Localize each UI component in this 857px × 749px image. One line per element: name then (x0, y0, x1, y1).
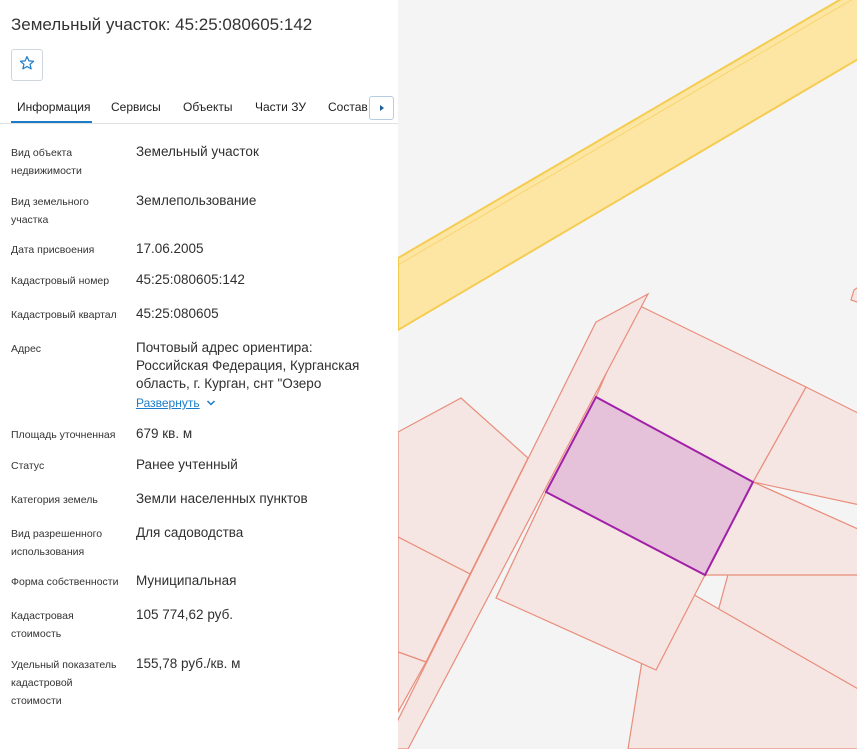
prop-label-specific-value: Удельный показатель кадастровой стоимост… (11, 659, 117, 707)
prop-label-assignment-date: Дата присвоения (11, 244, 95, 256)
map-canvas[interactable] (398, 0, 857, 749)
prop-value-cadastral-number: 45:25:080605:142 (136, 272, 245, 287)
page-title: Земельный участок: 45:25:080605:142 (11, 15, 313, 34)
prop-value-area: 679 кв. м (136, 426, 193, 441)
prop-value-parcel-type: Землепользование (136, 193, 257, 208)
info-panel: Земельный участок: 45:25:080605:142 Инфо… (0, 0, 398, 749)
prop-value-object-type: Земельный участок (136, 144, 259, 159)
prop-value-cadastral-value: 105 774,62 руб. (136, 607, 234, 622)
prop-value-assignment-date: 17.06.2005 (136, 241, 204, 256)
chevron-down-icon (206, 396, 216, 410)
prop-label-area: Площадь уточненная (11, 429, 116, 441)
address-expand-label: Развернуть (136, 396, 200, 410)
prop-value-cadastral-quarter: 45:25:080605 (136, 306, 219, 321)
map-road (398, 0, 857, 332)
prop-value-permitted-use: Для садоводства (136, 525, 244, 540)
tab-composition[interactable]: Состав (328, 92, 368, 123)
favorite-button[interactable] (11, 49, 43, 81)
prop-label-land-category: Категория земель (11, 494, 98, 506)
caret-right-icon (378, 99, 386, 117)
prop-label-status: Статус (11, 460, 45, 472)
tab-information[interactable]: Информация (11, 92, 92, 123)
prop-label-cadastral-number: Кадастровый номер (11, 275, 110, 287)
prop-value-address: Почтовый адрес ориентира: Российская Фед… (136, 340, 360, 391)
tab-services[interactable]: Сервисы (111, 92, 161, 123)
cadastral-map[interactable] (398, 0, 857, 749)
tab-objects[interactable]: Объекты (183, 92, 233, 123)
tab-bar: Информация Сервисы Объекты Части ЗУ Сост… (0, 92, 398, 124)
prop-label-object-type: Вид объекта недвижимости (11, 147, 82, 177)
star-outline-icon (19, 55, 35, 76)
prop-label-cadastral-value: Кадастровая стоимость (11, 610, 74, 640)
prop-value-land-category: Земли населенных пунктов (136, 491, 308, 506)
prop-label-address: Адрес (11, 343, 42, 355)
prop-label-ownership: Форма собственности (11, 576, 119, 588)
tab-parcel-parts[interactable]: Части ЗУ (255, 92, 306, 123)
prop-label-permitted-use: Вид разрешенного использования (11, 528, 103, 558)
map-parcel (850, 287, 857, 303)
address-expand-link[interactable]: Развернуть (136, 396, 216, 410)
prop-value-specific-value: 155,78 руб./кв. м (136, 656, 241, 671)
prop-label-parcel-type: Вид земельного участка (11, 196, 89, 226)
prop-label-cadastral-quarter: Кадастровый квартал (11, 309, 117, 321)
prop-value-ownership: Муниципальная (136, 573, 237, 588)
tabs-scroll-right-button[interactable] (369, 96, 394, 120)
prop-value-status: Ранее учтенный (136, 457, 238, 472)
